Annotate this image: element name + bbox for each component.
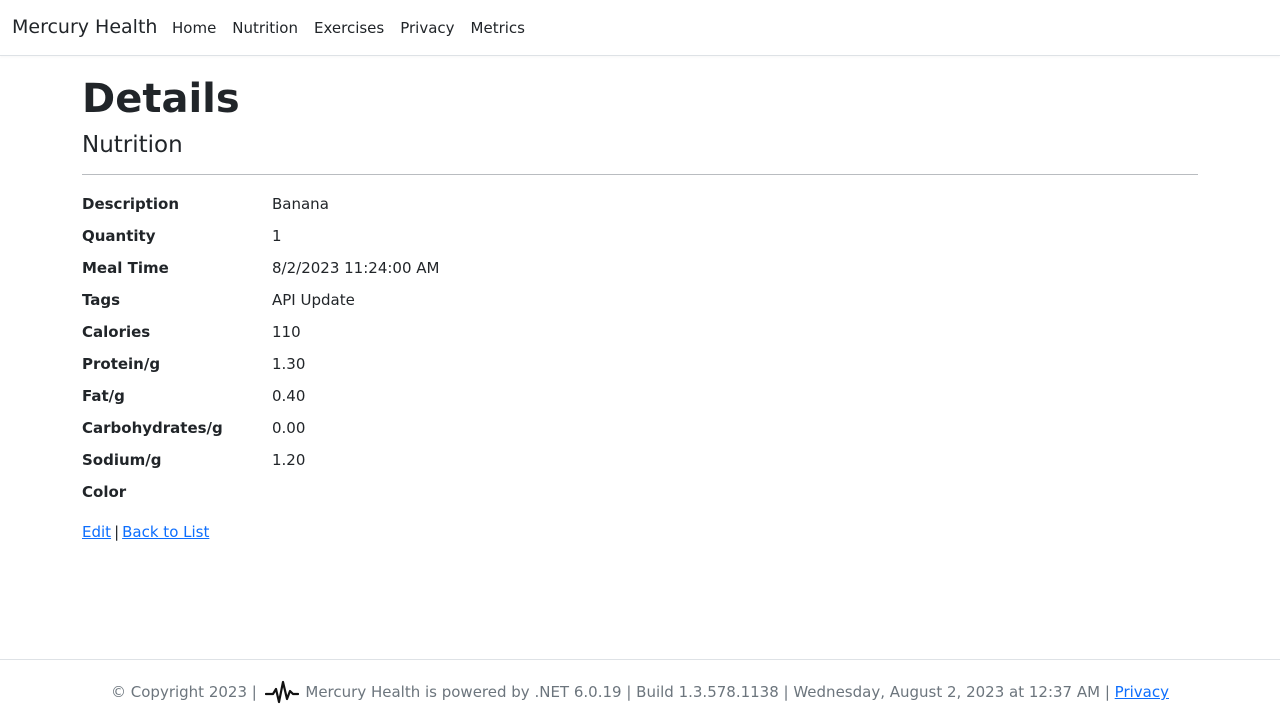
edit-link[interactable]: Edit bbox=[82, 523, 111, 541]
detail-row-fat: Fat/g 0.40 bbox=[82, 384, 1198, 408]
detail-value: 1.30 bbox=[272, 355, 306, 373]
detail-row-color: Color bbox=[82, 480, 1198, 504]
detail-row-calories: Calories 110 bbox=[82, 320, 1198, 344]
footer-info: Mercury Health is powered by .NET 6.0.19… bbox=[305, 683, 1110, 701]
detail-label: Sodium/g bbox=[82, 451, 162, 469]
detail-value: 1.20 bbox=[272, 451, 306, 469]
navbar: Mercury Health Home Nutrition Exercises … bbox=[0, 0, 1280, 56]
detail-value: 0.00 bbox=[272, 419, 306, 437]
detail-value: 1 bbox=[272, 227, 282, 245]
detail-row-sodium: Sodium/g 1.20 bbox=[82, 448, 1198, 472]
footer-copyright: © Copyright 2023 | bbox=[111, 683, 257, 701]
nav-link-exercises[interactable]: Exercises bbox=[314, 19, 384, 37]
footer: © Copyright 2023 | Mercury Health is pow… bbox=[0, 659, 1280, 720]
divider bbox=[82, 174, 1198, 175]
detail-row-meal-time: Meal Time 8/2/2023 11:24:00 AM bbox=[82, 256, 1198, 280]
detail-row-tags: Tags API Update bbox=[82, 288, 1198, 312]
nav-links: Home Nutrition Exercises Privacy Metrics bbox=[172, 19, 525, 37]
detail-label: Carbohydrates/g bbox=[82, 419, 223, 437]
detail-label: Description bbox=[82, 195, 180, 213]
heartbeat-pulse-icon bbox=[264, 680, 299, 704]
brand-link[interactable]: Mercury Health bbox=[12, 16, 157, 38]
detail-label: Tags bbox=[82, 291, 121, 309]
detail-row-quantity: Quantity 1 bbox=[82, 224, 1198, 248]
detail-label: Fat/g bbox=[82, 387, 125, 405]
detail-label: Quantity bbox=[82, 227, 156, 245]
detail-value: API Update bbox=[272, 291, 355, 309]
detail-value: 110 bbox=[272, 323, 301, 341]
nav-link-metrics[interactable]: Metrics bbox=[471, 19, 525, 37]
detail-row-carbohydrates: Carbohydrates/g 0.00 bbox=[82, 416, 1198, 440]
back-to-list-link[interactable]: Back to List bbox=[122, 523, 209, 541]
action-separator: | bbox=[114, 523, 120, 541]
detail-value: 8/2/2023 11:24:00 AM bbox=[272, 259, 440, 277]
detail-label: Protein/g bbox=[82, 355, 161, 373]
detail-label: Color bbox=[82, 483, 127, 501]
detail-row-protein: Protein/g 1.30 bbox=[82, 352, 1198, 376]
page-subtitle: Nutrition bbox=[82, 132, 183, 158]
nav-link-nutrition[interactable]: Nutrition bbox=[232, 19, 298, 37]
nav-link-home[interactable]: Home bbox=[172, 19, 216, 37]
detail-actions: Edit | Back to List bbox=[82, 520, 209, 544]
detail-label: Calories bbox=[82, 323, 151, 341]
detail-label: Meal Time bbox=[82, 259, 169, 277]
nav-link-privacy[interactable]: Privacy bbox=[400, 19, 454, 37]
detail-value: 0.40 bbox=[272, 387, 306, 405]
detail-row-description: Description Banana bbox=[82, 192, 1198, 216]
detail-value: Banana bbox=[272, 195, 329, 213]
page-title: Details bbox=[82, 76, 240, 122]
footer-privacy-link[interactable]: Privacy bbox=[1115, 683, 1169, 701]
footer-text: © Copyright 2023 | Mercury Health is pow… bbox=[0, 679, 1280, 705]
